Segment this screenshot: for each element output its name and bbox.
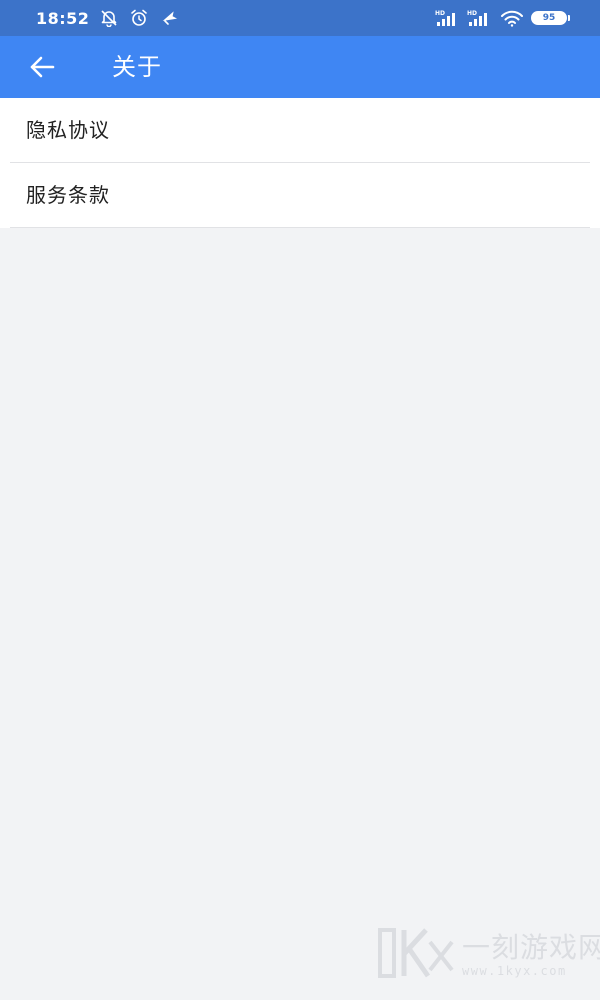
hd-signal-icon: HD [435, 8, 461, 28]
about-menu-list: 隐私协议 服务条款 [0, 98, 600, 228]
snooze-bell-icon [99, 8, 119, 28]
svg-text:HD: HD [435, 10, 445, 17]
divider [10, 227, 590, 228]
watermark-text: 一刻游戏网 [462, 931, 600, 964]
arrow-left-icon [28, 55, 56, 79]
menu-item-label: 服务条款 [26, 183, 110, 207]
menu-item-privacy-policy[interactable]: 隐私协议 [0, 98, 600, 163]
battery-tip [568, 15, 570, 21]
back-button[interactable] [20, 47, 64, 87]
wifi-icon [499, 8, 525, 28]
menu-item-label: 隐私协议 [26, 118, 110, 142]
watermark: 一刻游戏网 www.1kyx.com [378, 924, 600, 986]
watermark-logo-icon [378, 928, 454, 978]
svg-text:HD: HD [467, 10, 477, 17]
airplane-icon [159, 8, 179, 28]
page-title: 关于 [112, 53, 162, 81]
alarm-clock-icon [129, 8, 149, 28]
status-bar: 18:52 HD HD 95 [0, 0, 600, 36]
menu-item-terms-of-service[interactable]: 服务条款 [0, 163, 600, 228]
app-bar: 关于 [0, 36, 600, 98]
status-time: 18:52 [36, 8, 90, 28]
battery-icon: 95 [531, 11, 570, 25]
status-bar-right: HD HD 95 [435, 0, 570, 36]
watermark-url: www.1kyx.com [462, 964, 567, 978]
hd-signal-icon: HD [467, 8, 493, 28]
status-bar-left: 18:52 [36, 0, 179, 36]
battery-level: 95 [531, 11, 567, 25]
